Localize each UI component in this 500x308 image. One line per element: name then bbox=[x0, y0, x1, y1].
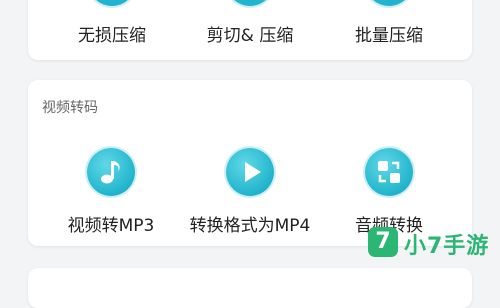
watermark-logo: 7 小7手游 bbox=[368, 225, 496, 261]
video-convert-card: 视频转码 视频转MP3 转换格式为MP4 音频转换 bbox=[28, 80, 472, 246]
section-title: 视频转码 bbox=[42, 100, 98, 116]
batch-compress-icon[interactable] bbox=[365, 0, 413, 6]
audio-convert-icon[interactable] bbox=[365, 148, 413, 196]
next-section-card bbox=[28, 268, 472, 308]
cut-compress-button[interactable]: 剪切& 压缩 bbox=[207, 21, 294, 46]
batch-compress-button[interactable]: 批量压缩 bbox=[355, 21, 423, 46]
lossless-compress-icon[interactable] bbox=[88, 0, 136, 6]
lossless-compress-button[interactable]: 无损压缩 bbox=[78, 21, 146, 46]
video-to-mp3-button[interactable]: 视频转MP3 bbox=[68, 211, 155, 236]
watermark-text: 小7手游 bbox=[404, 234, 490, 259]
watermark-badge: 7 bbox=[368, 227, 398, 257]
convert-to-mp4-button[interactable]: 转换格式为MP4 bbox=[190, 211, 311, 236]
compress-tools-card: 无损压缩 剪切& 压缩 批量压缩 bbox=[28, 0, 472, 60]
music-note-icon[interactable] bbox=[87, 148, 135, 196]
cut-compress-icon[interactable] bbox=[226, 0, 274, 6]
play-icon[interactable] bbox=[226, 148, 274, 196]
